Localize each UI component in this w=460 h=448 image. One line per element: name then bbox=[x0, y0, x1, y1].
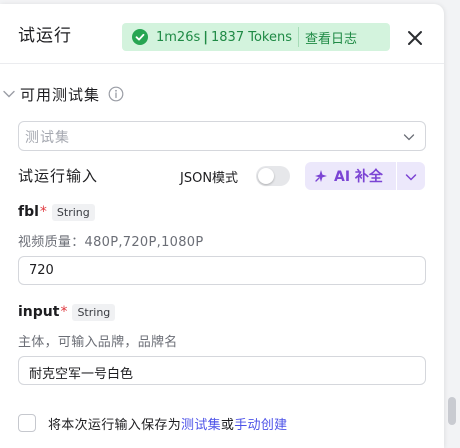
type-tag: String bbox=[51, 203, 95, 221]
testset-select[interactable]: 测试集 bbox=[18, 121, 426, 151]
save-testset-checkbox[interactable] bbox=[18, 414, 36, 432]
required-mark: * bbox=[39, 204, 47, 220]
testset-link[interactable]: 测试集 bbox=[181, 418, 221, 433]
toggle-knob bbox=[258, 168, 274, 184]
manual-create-link[interactable]: 手动创建 bbox=[234, 418, 287, 433]
status-divider bbox=[297, 27, 299, 47]
scrollbar-track[interactable] bbox=[444, 0, 460, 448]
field-description: 主体，可输入品牌，品牌名 bbox=[18, 335, 178, 350]
run-status-badge: 1m26s | 1837 Tokens 查看日志 bbox=[122, 23, 390, 51]
save-as-testset-row: 将本次运行输入保存为测试集或手动创建 bbox=[18, 412, 287, 434]
save-testset-text: 将本次运行输入保存为测试集或手动创建 bbox=[48, 414, 287, 433]
run-input-label: 试运行输入 bbox=[18, 167, 99, 185]
ai-complete-button[interactable]: AI 补全 bbox=[305, 162, 396, 190]
chevron-down-icon bbox=[403, 134, 415, 141]
testset-section-header[interactable]: 可用测试集 bbox=[0, 82, 124, 106]
testset-section-title: 可用测试集 bbox=[20, 85, 101, 104]
ai-complete-label: AI 补全 bbox=[334, 169, 383, 185]
check-circle-icon bbox=[132, 29, 148, 45]
field-header-fbl: fbl * String bbox=[18, 201, 95, 223]
view-log-link[interactable]: 查看日志 bbox=[305, 28, 357, 47]
type-tag: String bbox=[72, 303, 116, 321]
chevron-down-icon bbox=[405, 174, 417, 181]
ai-complete-dropdown[interactable] bbox=[397, 162, 425, 190]
panel-header: 试运行 1m26s | 1837 Tokens 查看日志 bbox=[0, 4, 444, 64]
field-header-input: input * String bbox=[18, 301, 116, 323]
fbl-input[interactable]: 720 bbox=[18, 256, 426, 285]
json-mode-toggle[interactable] bbox=[256, 166, 290, 186]
test-run-panel: 试运行 1m26s | 1837 Tokens 查看日志 可用测试集 测试集 试… bbox=[0, 4, 444, 448]
save-prefix: 将本次运行输入保存为 bbox=[48, 417, 182, 433]
run-input-toolbar: 试运行输入 JSON模式 AI 补全 bbox=[0, 160, 444, 192]
chevron-down-icon[interactable] bbox=[2, 87, 16, 101]
sparkle-icon bbox=[315, 170, 327, 182]
testset-select-placeholder: 测试集 bbox=[25, 130, 70, 146]
status-separator: | bbox=[203, 29, 208, 45]
info-icon[interactable] bbox=[108, 86, 124, 102]
field-description: 视频质量：480P,720P,1080P bbox=[18, 235, 204, 250]
field-name: input bbox=[18, 304, 60, 320]
field-name: fbl bbox=[18, 204, 39, 220]
save-connector: 或 bbox=[220, 417, 235, 433]
run-duration: 1m26s bbox=[156, 29, 201, 45]
close-icon[interactable] bbox=[405, 28, 425, 48]
required-mark: * bbox=[60, 304, 68, 320]
token-count: 1837 Tokens bbox=[211, 29, 292, 45]
input-input[interactable]: 耐克空军一号白色 bbox=[18, 356, 426, 385]
scrollbar-thumb[interactable] bbox=[448, 397, 456, 425]
panel-title: 试运行 bbox=[18, 26, 72, 46]
json-mode-label: JSON模式 bbox=[180, 171, 239, 186]
